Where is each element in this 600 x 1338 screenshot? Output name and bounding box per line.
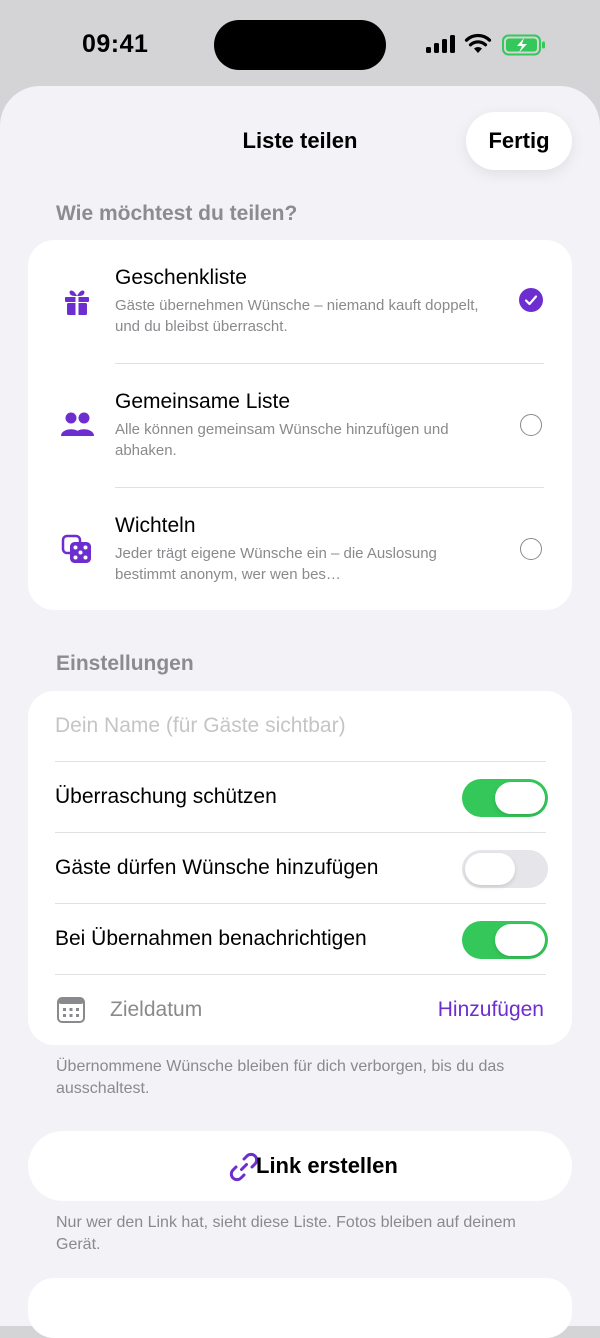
done-button[interactable]: Fertig xyxy=(466,112,572,170)
setting-label: Gäste dürfen Wünsche hinzufügen xyxy=(55,856,379,879)
gift-icon xyxy=(65,290,89,315)
dynamic-island xyxy=(214,20,386,70)
link-footnote: Nur wer den Link hat, sieht diese Liste.… xyxy=(56,1214,516,1253)
share-mode-section-label: Wie möchtest du teilen? xyxy=(56,202,298,225)
name-field-placeholder: Dein Name (für Gäste sichtbar) xyxy=(55,714,346,737)
protect-surprise-toggle[interactable] xyxy=(462,779,548,817)
create-link-button[interactable]: Link erstellen xyxy=(28,1131,572,1201)
setting-target-date: Zieldatum Hinzufügen xyxy=(28,975,572,1046)
share-sheet: Liste teilen Fertig Wie möchtest du teil… xyxy=(0,86,600,1338)
selected-checkmark-icon[interactable] xyxy=(519,288,543,312)
setting-guests-add-wishes: Gäste dürfen Wünsche hinzufügen xyxy=(28,833,572,904)
name-field[interactable]: Dein Name (für Gäste sichtbar) xyxy=(28,691,572,762)
target-date-label: Zieldatum xyxy=(110,998,203,1021)
option-title: Geschenkliste xyxy=(115,266,247,289)
option-description: Gäste übernehmen Wünsche – niemand kauft… xyxy=(115,297,479,335)
calendar-icon xyxy=(57,997,85,1023)
next-card-partial xyxy=(28,1278,572,1338)
settings-section-label: Einstellungen xyxy=(56,652,194,675)
battery-charging-icon xyxy=(502,34,545,56)
setting-notify-on-claim: Bei Übernahmen benachrichtigen xyxy=(28,904,572,975)
status-bar: 09:41 xyxy=(0,0,600,90)
guests-add-wishes-toggle[interactable] xyxy=(462,850,548,888)
settings-card: Dein Name (für Gäste sichtbar) Überrasch… xyxy=(28,691,572,1045)
radio-unselected[interactable] xyxy=(520,414,542,436)
option-title: Gemeinsame Liste xyxy=(115,390,291,413)
share-mode-option-gift-list[interactable]: Geschenkliste Gäste übernehmen Wünsche –… xyxy=(28,240,572,360)
option-description: Alle können gemeinsam Wünsche hinzufügen… xyxy=(115,421,449,459)
setting-label: Bei Übernahmen benachrichtigen xyxy=(55,927,367,950)
option-title: Wichteln xyxy=(115,514,196,537)
radio-unselected[interactable] xyxy=(520,538,542,560)
share-mode-card: Geschenkliste Gäste übernehmen Wünsche –… xyxy=(28,240,572,610)
setting-label: Überraschung schützen xyxy=(55,785,277,808)
dice-icon xyxy=(61,534,91,563)
setting-protect-surprise: Überraschung schützen xyxy=(28,762,572,833)
cellular-signal-icon xyxy=(426,35,456,53)
create-link-label: Link erstellen xyxy=(256,1153,398,1178)
share-mode-option-shared-list[interactable]: Gemeinsame Liste Alle können gemeinsam W… xyxy=(28,364,572,484)
settings-footnote: Übernommene Wünsche bleiben für dich ver… xyxy=(56,1058,505,1097)
share-mode-option-secret-santa[interactable]: Wichteln Jeder trägt eigene Wünsche ein … xyxy=(28,488,572,608)
add-date-button[interactable]: Hinzufügen xyxy=(438,998,544,1022)
wifi-icon xyxy=(464,33,492,53)
notify-on-claim-toggle[interactable] xyxy=(462,921,548,959)
option-description: Jeder trägt eigene Wünsche ein – die Aus… xyxy=(115,545,437,583)
status-time: 09:41 xyxy=(82,30,149,58)
people-icon xyxy=(61,412,94,436)
